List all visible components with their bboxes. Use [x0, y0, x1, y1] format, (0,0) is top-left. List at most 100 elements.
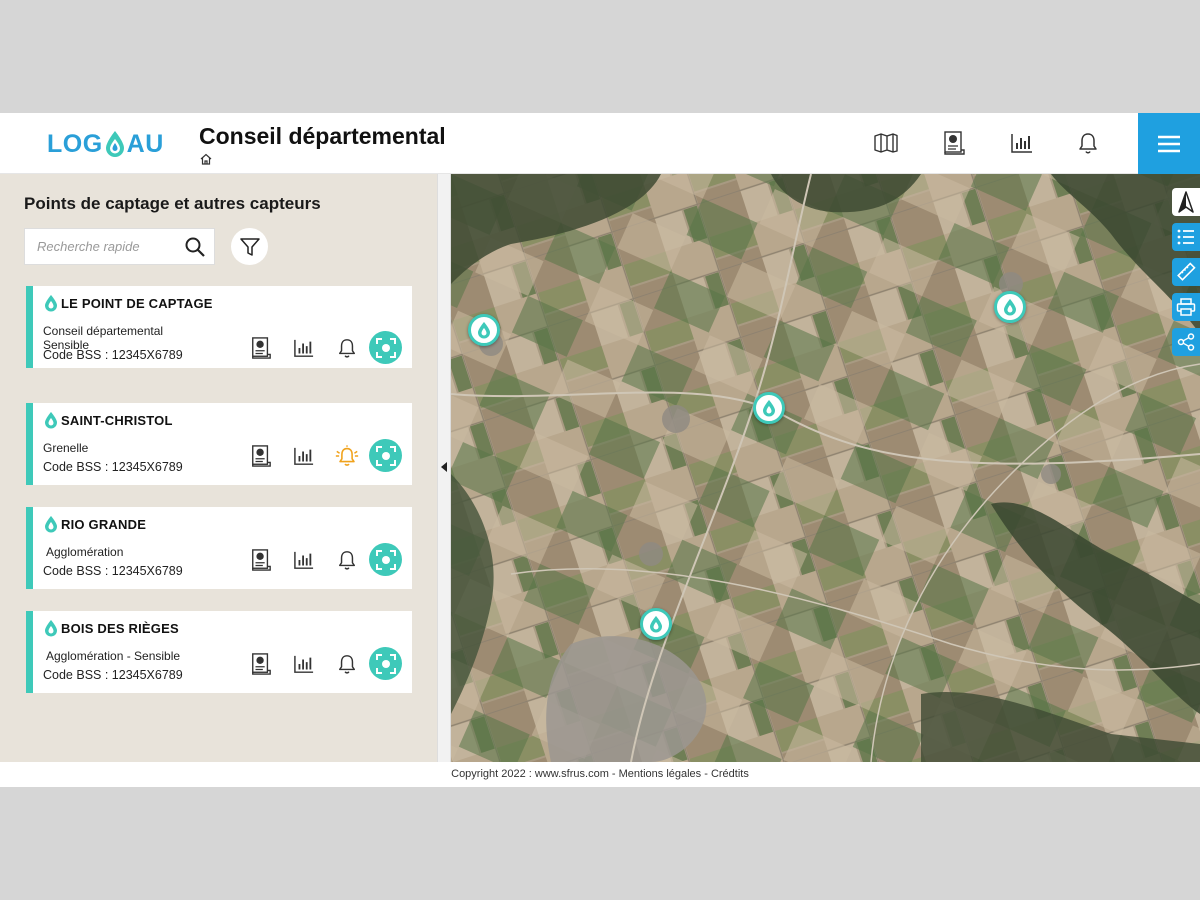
card-title: RIO GRANDE — [61, 517, 147, 532]
printer-icon — [1176, 298, 1196, 316]
water-drop-pin-icon — [45, 516, 57, 533]
capteur-card[interactable]: LE POINT DE CAPTAGE Conseil départementa… — [26, 286, 412, 368]
document-button[interactable] — [248, 651, 274, 677]
capteur-card[interactable]: BOIS DES RIÈGES Agglomération - Sensible… — [26, 611, 412, 693]
map-button[interactable] — [872, 129, 900, 157]
logo-text-right: AU — [126, 129, 164, 158]
document-icon — [944, 131, 965, 155]
alert-button[interactable] — [334, 335, 360, 361]
north-arrow-icon — [1178, 191, 1194, 213]
list-icon — [1177, 229, 1194, 245]
document-button[interactable] — [248, 335, 274, 361]
home-icon[interactable] — [199, 152, 213, 166]
locate-on-map-button[interactable] — [369, 439, 402, 472]
focus-target-icon — [375, 653, 396, 674]
map-imagery — [451, 174, 1200, 762]
alert-button[interactable] — [334, 547, 360, 573]
filter-button[interactable] — [231, 228, 268, 265]
bar-chart-icon — [294, 339, 314, 357]
bar-chart-icon — [294, 551, 314, 569]
capteur-card[interactable]: SAINT-CHRISTOL Grenelle Code BSS : 12345… — [26, 403, 412, 485]
water-drop-icon — [763, 400, 775, 417]
focus-target-icon — [375, 445, 396, 466]
bell-icon — [339, 339, 355, 358]
water-drop-pin-icon — [45, 295, 57, 312]
panel-splitter[interactable] — [437, 174, 451, 762]
search-input[interactable] — [37, 239, 177, 254]
document-icon — [252, 549, 271, 571]
logo[interactable]: LOG AU — [47, 127, 164, 161]
focus-target-icon — [375, 549, 396, 570]
capteur-card[interactable]: RIO GRANDE Agglomération Code BSS : 1234… — [26, 507, 412, 589]
card-code-bss: Code BSS : 12345X6789 — [43, 564, 183, 578]
hamburger-icon — [1158, 135, 1180, 152]
card-code-bss: Code BSS : 12345X6789 — [43, 460, 183, 474]
layers-list-button[interactable] — [1172, 223, 1200, 251]
satellite-map[interactable] — [451, 174, 1200, 762]
notifications-button[interactable] — [1074, 129, 1102, 157]
document-button[interactable] — [940, 129, 968, 157]
north-arrow-button[interactable] — [1172, 188, 1200, 216]
hamburger-menu-button[interactable] — [1138, 113, 1200, 174]
water-drop-pin-icon — [45, 620, 57, 637]
card-title: SAINT-CHRISTOL — [61, 413, 173, 428]
map-marker-captage[interactable] — [468, 314, 500, 346]
share-button[interactable] — [1172, 328, 1200, 356]
search-icon[interactable] — [184, 236, 206, 258]
logo-text-left: LOG — [47, 129, 103, 158]
map-marker-captage[interactable] — [640, 608, 672, 640]
header: LOG AU Conseil départemental — [0, 113, 1200, 174]
sidebar: Points de captage et autres capteurs LE … — [0, 174, 437, 762]
map-icon — [874, 133, 898, 153]
print-button[interactable] — [1172, 293, 1200, 321]
sidebar-title: Points de captage et autres capteurs — [24, 194, 321, 213]
water-drop-icon — [105, 131, 124, 157]
bell-icon — [339, 655, 355, 674]
document-icon — [252, 445, 271, 467]
share-icon — [1177, 333, 1195, 351]
alert-button[interactable] — [334, 651, 360, 677]
water-drop-icon — [650, 616, 662, 633]
card-subtitle: Conseil départemental — [43, 324, 164, 338]
bar-chart-icon — [294, 655, 314, 673]
bell-icon — [339, 551, 355, 570]
chart-button[interactable] — [291, 651, 317, 677]
page-title: Conseil départemental — [199, 123, 446, 149]
card-title: LE POINT DE CAPTAGE — [61, 296, 213, 311]
locate-on-map-button[interactable] — [369, 331, 402, 364]
alert-active-button[interactable] — [334, 443, 360, 469]
chart-button[interactable] — [291, 443, 317, 469]
document-button[interactable] — [248, 547, 274, 573]
document-icon — [252, 337, 271, 359]
chart-button[interactable] — [1008, 129, 1036, 157]
water-drop-icon — [1004, 299, 1016, 316]
app-window: LOG AU Conseil départemental Points de c… — [0, 113, 1200, 787]
bar-chart-icon — [1011, 134, 1032, 153]
focus-target-icon — [375, 337, 396, 358]
footer: Copyright 2022 : www.sfrus.com - Mention… — [0, 762, 1200, 787]
locate-on-map-button[interactable] — [369, 543, 402, 576]
card-subtitle: Agglomération - Sensible — [46, 649, 181, 663]
collapse-arrow-icon[interactable] — [441, 462, 447, 472]
map-marker-captage[interactable] — [994, 291, 1026, 323]
filter-icon — [239, 237, 260, 256]
document-icon — [252, 653, 271, 675]
bell-alert-icon — [335, 445, 359, 466]
card-code-bss: Code BSS : 12345X6789 — [43, 348, 183, 362]
card-code-bss: Code BSS : 12345X6789 — [43, 668, 183, 682]
card-subtitle: Grenelle — [43, 441, 89, 455]
water-drop-pin-icon — [45, 412, 57, 429]
water-drop-icon — [478, 322, 490, 339]
ruler-icon — [1177, 262, 1196, 281]
map-marker-captage[interactable] — [753, 392, 785, 424]
measure-button[interactable] — [1172, 258, 1200, 286]
locate-on-map-button[interactable] — [369, 647, 402, 680]
bell-icon — [1079, 133, 1097, 154]
chart-button[interactable] — [291, 547, 317, 573]
card-subtitle: Agglomération — [46, 545, 124, 559]
bar-chart-icon — [294, 447, 314, 465]
search-box[interactable] — [24, 228, 215, 265]
document-button[interactable] — [248, 443, 274, 469]
card-title: BOIS DES RIÈGES — [61, 621, 179, 636]
chart-button[interactable] — [291, 335, 317, 361]
